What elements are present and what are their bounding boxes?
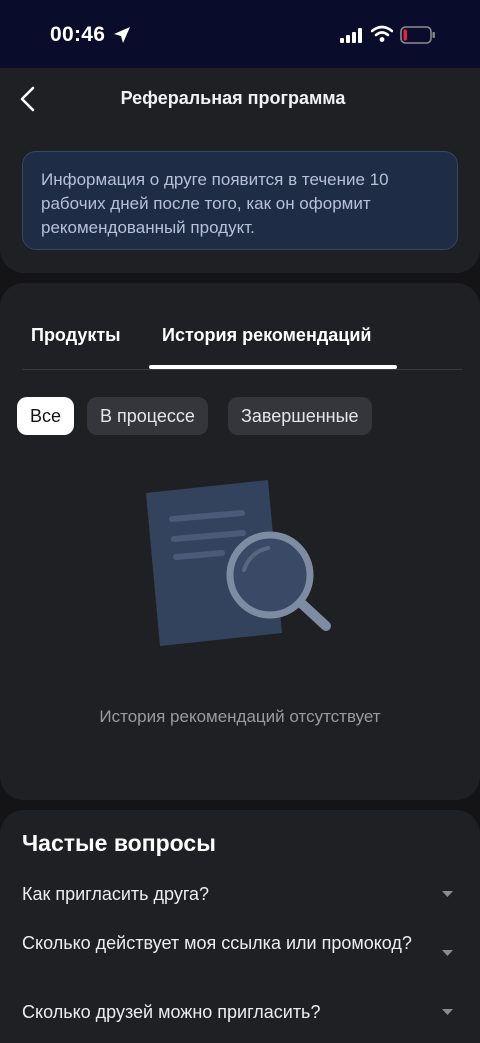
chevron-down-icon[interactable] xyxy=(441,949,454,957)
document-search-icon xyxy=(146,480,331,646)
filter-in-progress-chip[interactable]: В процессе xyxy=(87,397,208,435)
tab-products[interactable]: Продукты xyxy=(31,325,121,346)
battery-low-icon xyxy=(400,26,435,44)
active-tab-indicator xyxy=(149,365,397,369)
faq-question[interactable]: Как пригласить друга? xyxy=(22,883,422,906)
chevron-down-icon[interactable] xyxy=(441,890,454,898)
filter-completed-chip[interactable]: Завершенные xyxy=(228,397,372,435)
tab-divider xyxy=(22,369,462,370)
info-banner: Информация о друге появится в течение 10… xyxy=(22,151,458,250)
signal-icon xyxy=(340,28,362,43)
faq-question[interactable]: Сколько друзей можно пригласить? xyxy=(22,1001,422,1024)
wifi-icon xyxy=(371,25,393,42)
faq-question[interactable]: Сколько действует моя ссылка или промоко… xyxy=(22,932,422,955)
filter-all-chip[interactable]: Все xyxy=(17,397,75,435)
faq-title: Частые вопросы xyxy=(22,830,216,856)
status-time: 00:46 xyxy=(50,23,106,46)
chevron-down-icon[interactable] xyxy=(441,1008,454,1016)
page-title: Реферальная программа xyxy=(120,88,346,108)
tab-history[interactable]: История рекомендаций xyxy=(162,325,371,346)
empty-state-message: История рекомендаций отсутствует xyxy=(99,707,381,726)
location-arrow-icon xyxy=(114,27,130,43)
